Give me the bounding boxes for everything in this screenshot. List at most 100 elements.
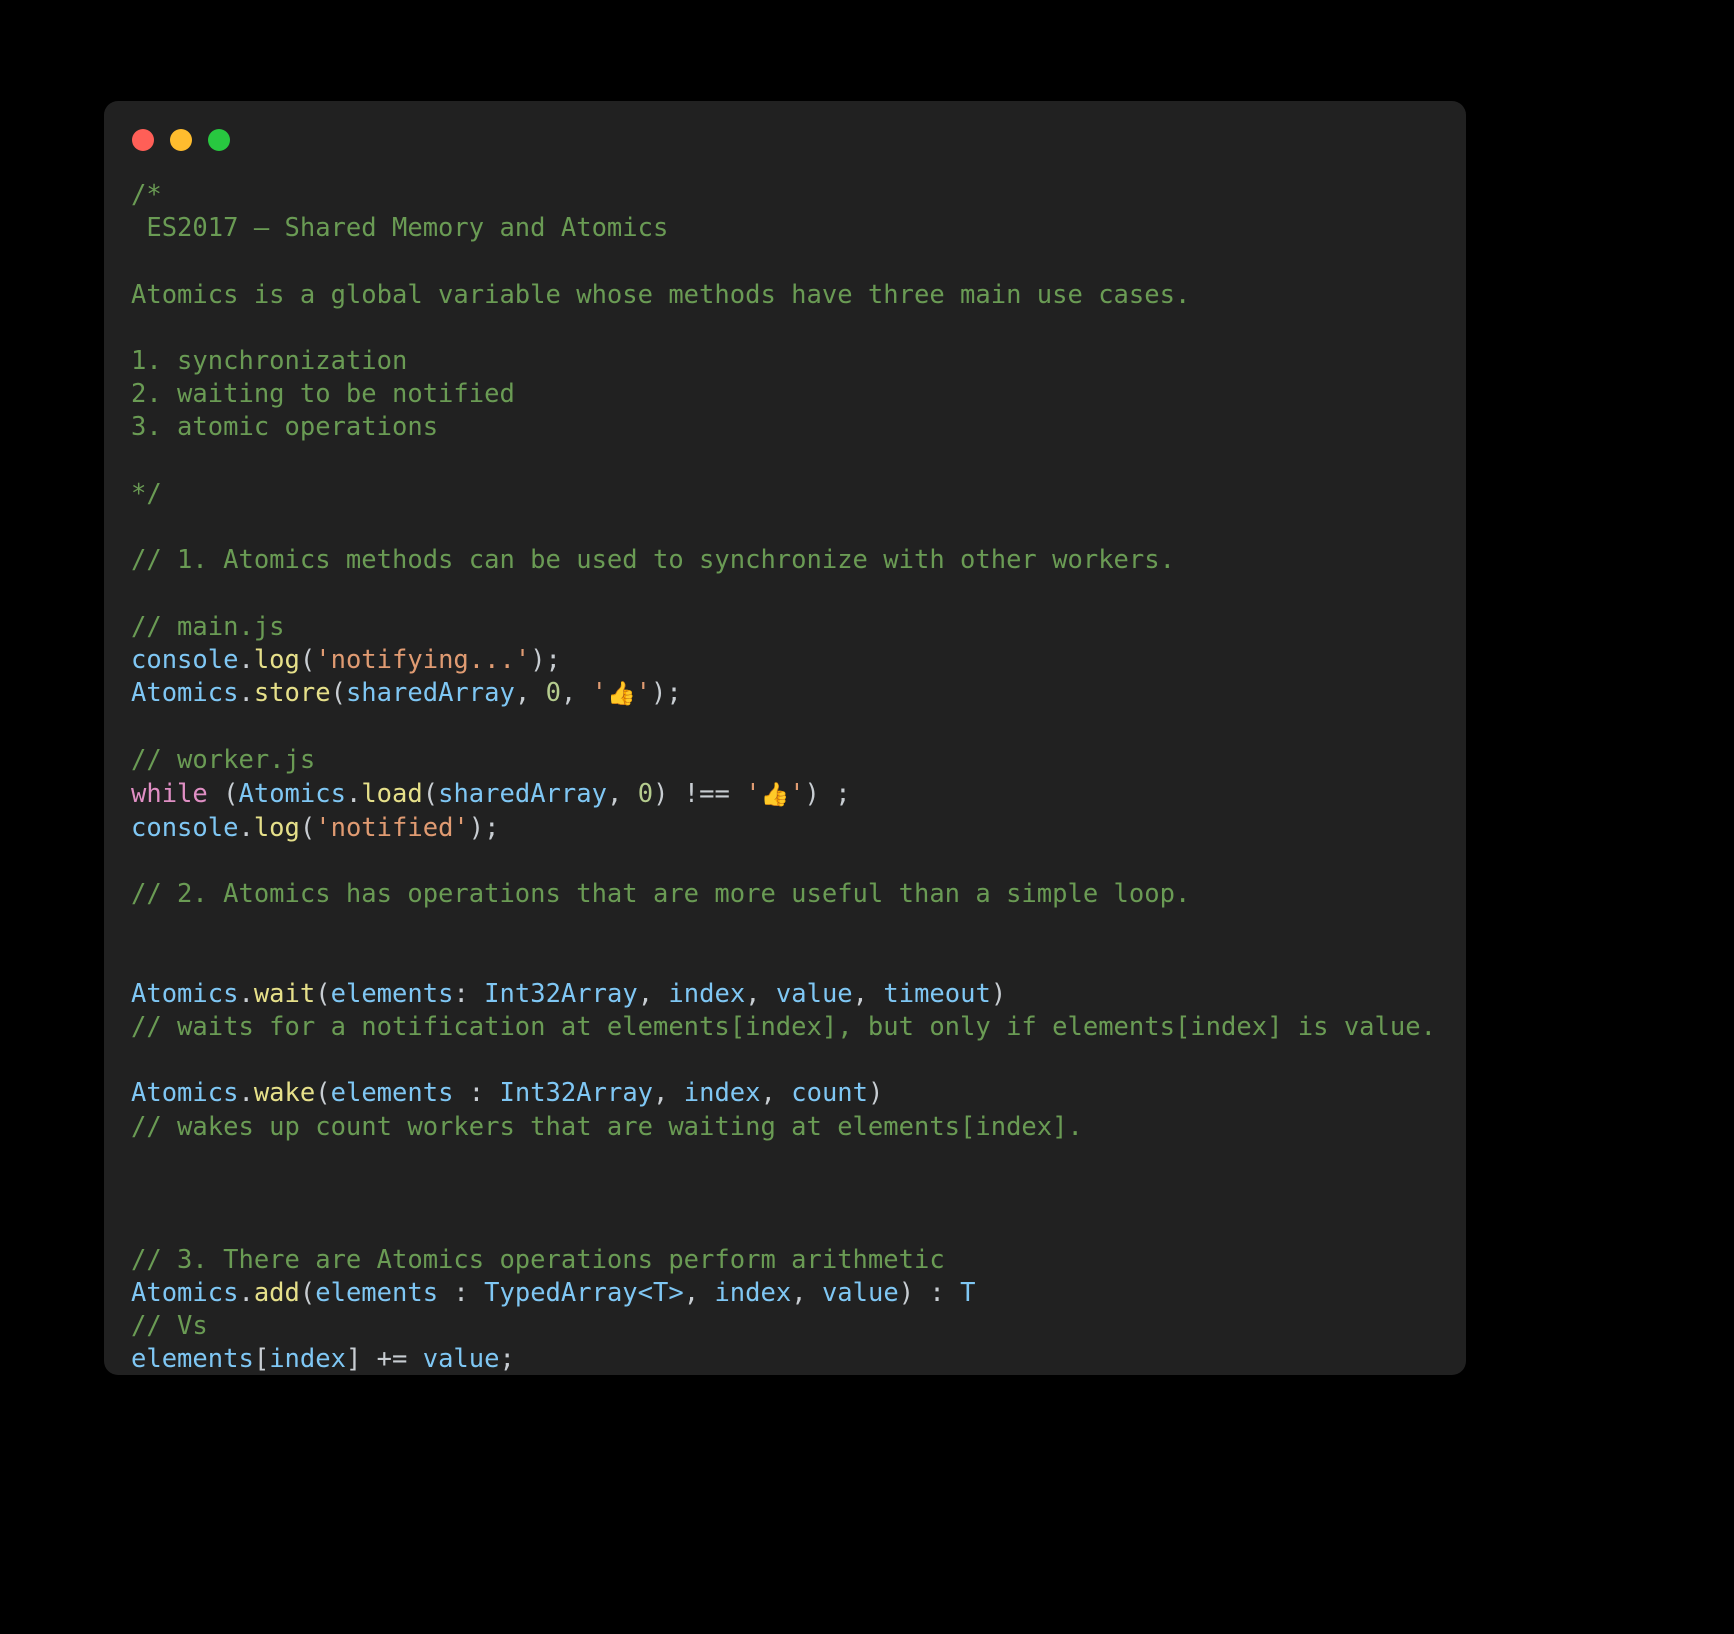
code-token: */	[131, 478, 162, 509]
code-token: 1. synchronization	[131, 346, 408, 377]
code-block[interactable]: /* ES2017 – Shared Memory and Atomics At…	[131, 179, 1466, 1375]
code-token: Atomics is a global variable whose metho…	[131, 279, 1191, 310]
code-token: Atomics	[131, 678, 239, 709]
code-token: )	[990, 978, 1007, 1009]
code-line: Atomics.add(elements : TypedArray<T>, in…	[131, 1277, 1466, 1310]
code-token: elements	[330, 978, 454, 1009]
code-line: Atomics is a global variable whose metho…	[131, 279, 1466, 312]
close-button-icon[interactable]	[132, 129, 154, 151]
code-token: 'notified'	[315, 812, 469, 843]
minimize-button-icon[interactable]	[170, 129, 192, 151]
code-token: (	[299, 1277, 316, 1308]
code-token: );	[530, 644, 561, 675]
code-token: Atomics	[131, 1078, 239, 1109]
code-token: ,	[791, 1277, 822, 1308]
code-token: ,	[745, 978, 776, 1009]
code-token: 0	[637, 778, 654, 809]
code-token: [	[253, 1344, 270, 1375]
code-token: Int32Array	[499, 1078, 654, 1109]
code-token: index	[668, 978, 746, 1009]
code-token: (	[315, 1078, 331, 1109]
code-token: ES2017 – Shared Memory and Atomics	[131, 213, 669, 244]
code-token: .	[238, 644, 254, 675]
code-token: .	[238, 978, 254, 1009]
code-token: ) :	[898, 1277, 961, 1308]
code-line: */	[131, 478, 1466, 511]
code-token: // worker.js	[131, 745, 316, 776]
code-line: // worker.js	[131, 744, 1466, 777]
code-token: 'notifying...'	[315, 644, 531, 675]
code-token: ,	[514, 678, 546, 709]
code-token: add	[253, 1277, 300, 1308]
code-token: :	[453, 1078, 500, 1109]
code-token: ,	[606, 778, 638, 809]
code-token: ) !==	[653, 778, 746, 809]
code-token: index	[269, 1344, 346, 1375]
code-token: '	[591, 678, 607, 709]
code-token: log	[253, 812, 300, 843]
code-token: ) ;	[804, 778, 851, 809]
code-token: );	[468, 812, 500, 843]
code-token: .	[238, 812, 254, 843]
code-token: TypedArray<T>	[484, 1277, 684, 1308]
code-token: index	[714, 1277, 792, 1308]
code-token: )	[868, 1078, 884, 1109]
code-line: console.log('notified');	[131, 812, 1466, 845]
code-line: // 3. There are Atomics operations perfo…	[131, 1244, 1466, 1277]
code-line: Atomics.store(sharedArray, 0, '👍');	[131, 677, 1466, 711]
code-token: (	[299, 644, 316, 675]
code-token: .	[345, 778, 362, 809]
code-line: // 2. Atomics has operations that are mo…	[131, 878, 1466, 911]
code-token: // wakes up count workers that are waiti…	[131, 1111, 1083, 1142]
code-token: log	[253, 644, 300, 675]
code-token: ] +=	[345, 1344, 423, 1375]
code-token: ,	[637, 978, 669, 1009]
code-token: ,	[852, 978, 884, 1009]
code-token: count	[791, 1078, 868, 1109]
screenshot-canvas: /* ES2017 – Shared Memory and Atomics At…	[0, 0, 1734, 1634]
code-token: // 1. Atomics methods can be used to syn…	[131, 545, 1175, 576]
code-line: Atomics.wait(elements: Int32Array, index…	[131, 978, 1466, 1011]
code-line: // Vs	[131, 1310, 1466, 1343]
code-line: /*	[131, 179, 1466, 212]
code-token: // Vs	[131, 1310, 208, 1341]
code-token: elements	[330, 1078, 454, 1109]
code-line: 3. atomic operations	[131, 411, 1466, 444]
traffic-light-controls	[132, 129, 230, 151]
code-token: index	[683, 1078, 761, 1109]
code-token: '	[635, 678, 651, 709]
code-token: '	[745, 778, 761, 809]
code-token: .	[238, 1277, 254, 1308]
code-body: /* ES2017 – Shared Memory and Atomics At…	[104, 179, 1466, 1375]
code-token: store	[253, 678, 331, 709]
code-token: console	[131, 812, 239, 843]
code-line: Atomics.wake(elements : Int32Array, inde…	[131, 1077, 1466, 1110]
code-token: value	[775, 978, 853, 1009]
code-token: ,	[653, 1078, 684, 1109]
thumbs-up-icon: 👍	[607, 681, 636, 708]
maximize-button-icon[interactable]	[208, 129, 230, 151]
code-token: :	[438, 1277, 485, 1308]
code-token: /*	[131, 180, 162, 210]
code-token: Atomics	[131, 1277, 239, 1308]
code-token: value	[422, 1344, 500, 1375]
code-token: (	[207, 778, 239, 809]
window-titlebar	[104, 101, 1466, 179]
code-token: ,	[683, 1277, 715, 1308]
code-token: 3. atomic operations	[131, 412, 439, 443]
code-token: elements	[315, 1277, 439, 1308]
code-line: elements[index] += value;	[131, 1343, 1466, 1375]
code-token: ,	[760, 1078, 792, 1109]
